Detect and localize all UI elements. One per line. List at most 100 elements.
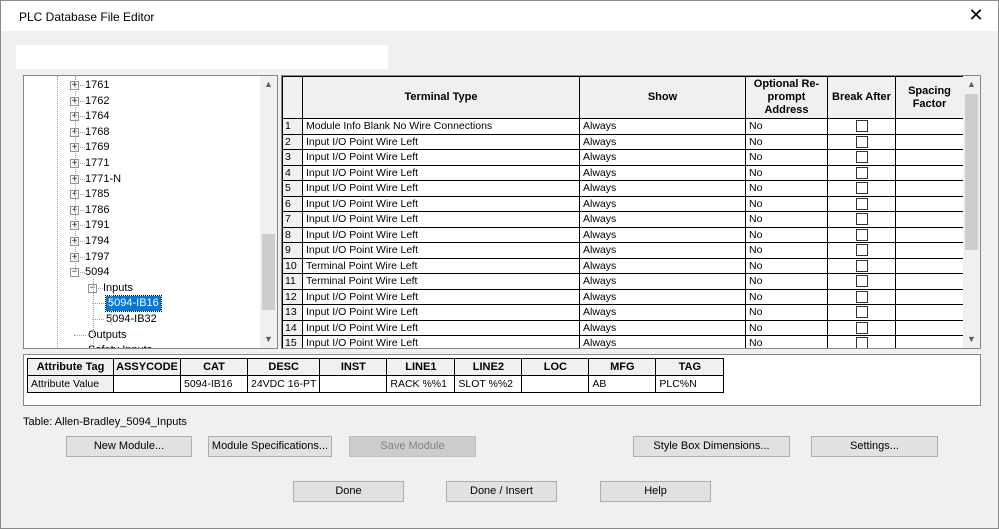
grid-header-reprompt[interactable]: Optional Re-prompt Address — [745, 76, 828, 119]
spacing-factor-cell[interactable] — [895, 195, 964, 212]
spacing-factor-cell[interactable] — [895, 164, 964, 181]
reprompt-cell[interactable]: No — [745, 304, 828, 321]
done-insert-button[interactable]: Done / Insert — [446, 481, 557, 502]
table-row[interactable]: 12 Input I/O Point Wire Left Always No — [282, 288, 964, 305]
tree-item-label[interactable]: 1764 — [85, 109, 109, 124]
close-icon[interactable]: ✕ — [954, 1, 998, 31]
show-cell[interactable]: Always — [579, 335, 746, 348]
break-after-checkbox[interactable] — [855, 120, 868, 133]
grid-row-number[interactable]: 12 — [282, 288, 303, 305]
spacing-factor-cell[interactable] — [895, 257, 964, 274]
show-cell[interactable]: Always — [579, 288, 746, 305]
reprompt-cell[interactable]: No — [745, 319, 828, 336]
spacing-factor-cell[interactable] — [895, 335, 964, 348]
module-specifications-button[interactable]: Module Specifications... — [208, 436, 332, 457]
break-after-checkbox[interactable] — [855, 275, 868, 288]
help-button[interactable]: Help — [600, 481, 711, 502]
tree-item-label[interactable]: 1771 — [85, 156, 109, 171]
grid-row-number[interactable]: 5 — [282, 180, 303, 197]
tree-item[interactable]: +1762 — [24, 94, 260, 109]
table-row[interactable]: 7 Input I/O Point Wire Left Always No — [282, 211, 964, 228]
tree-item[interactable]: +1768 — [24, 125, 260, 140]
scroll-up-icon[interactable]: ▲ — [963, 76, 980, 93]
grid-row-number[interactable]: 11 — [282, 273, 303, 290]
save-module-button[interactable]: Save Module — [349, 436, 476, 457]
tree-item-label[interactable]: 1768 — [85, 125, 109, 140]
table-row[interactable]: 3 Input I/O Point Wire Left Always No — [282, 149, 964, 166]
reprompt-cell[interactable]: No — [745, 164, 828, 181]
tree-item-label[interactable]: 1785 — [85, 187, 109, 202]
show-cell[interactable]: Always — [579, 226, 746, 243]
tree-item-label[interactable]: 5094-IB32 — [106, 312, 157, 327]
terminal-type-cell[interactable]: Input I/O Point Wire Left — [302, 319, 580, 336]
table-row[interactable]: 10 Terminal Point Wire Left Always No — [282, 257, 964, 274]
grid-header-break-after[interactable]: Break After — [827, 76, 896, 119]
table-row[interactable]: 2 Input I/O Point Wire Left Always No — [282, 133, 964, 150]
break-after-checkbox[interactable] — [855, 135, 868, 148]
grid-row-number[interactable]: 6 — [282, 195, 303, 212]
tree-item[interactable]: +1785 — [24, 187, 260, 202]
terminal-grid[interactable]: Terminal Type Show Optional Re-prompt Ad… — [281, 75, 981, 349]
table-row[interactable]: 9 Input I/O Point Wire Left Always No — [282, 242, 964, 259]
tree-item[interactable]: +1786 — [24, 203, 260, 218]
grid-row-number[interactable]: 15 — [282, 335, 303, 348]
terminal-type-cell[interactable]: Module Info Blank No Wire Connections — [302, 118, 580, 135]
reprompt-cell[interactable]: No — [745, 288, 828, 305]
attribute-value-cell[interactable]: SLOT %%2 — [454, 375, 523, 393]
spacing-factor-cell[interactable] — [895, 288, 964, 305]
reprompt-cell[interactable]: No — [745, 195, 828, 212]
show-cell[interactable]: Always — [579, 164, 746, 181]
grid-row-number[interactable]: 4 — [282, 164, 303, 181]
tree-item[interactable]: +1769 — [24, 140, 260, 155]
reprompt-cell[interactable]: No — [745, 335, 828, 348]
break-after-checkbox[interactable] — [855, 306, 868, 319]
grid-row-number[interactable]: 13 — [282, 304, 303, 321]
break-after-checkbox[interactable] — [855, 228, 868, 241]
show-cell[interactable]: Always — [579, 149, 746, 166]
attribute-value-cell[interactable]: AB — [588, 375, 657, 393]
settings-button[interactable]: Settings... — [811, 436, 938, 457]
terminal-type-cell[interactable]: Input I/O Point Wire Left — [302, 195, 580, 212]
scroll-down-icon[interactable]: ▼ — [963, 331, 980, 348]
break-after-checkbox[interactable] — [855, 321, 868, 334]
new-module-button[interactable]: New Module... — [66, 436, 192, 457]
spacing-factor-cell[interactable] — [895, 304, 964, 321]
terminal-type-cell[interactable]: Input I/O Point Wire Left — [302, 335, 580, 348]
scroll-up-icon[interactable]: ▲ — [260, 76, 277, 93]
grid-row-number[interactable]: 1 — [282, 118, 303, 135]
tree-item-label[interactable]: 1769 — [85, 140, 109, 155]
tree-item[interactable]: Outputs — [24, 328, 260, 343]
tree-item[interactable]: +1771-N — [24, 172, 260, 187]
reprompt-cell[interactable]: No — [745, 273, 828, 290]
reprompt-cell[interactable]: No — [745, 257, 828, 274]
grid-row-number[interactable]: 3 — [282, 149, 303, 166]
tree-item[interactable]: +1761 — [24, 78, 260, 93]
show-cell[interactable]: Always — [579, 133, 746, 150]
module-tree[interactable]: +1761 +1762 +1764 +1768 +1769 +1771 +1771-N +17… — [23, 75, 278, 349]
show-cell[interactable]: Always — [579, 195, 746, 212]
terminal-type-cell[interactable]: Input I/O Point Wire Left — [302, 180, 580, 197]
attribute-value-cell[interactable] — [521, 375, 590, 393]
spacing-factor-cell[interactable] — [895, 133, 964, 150]
break-after-checkbox[interactable] — [855, 151, 868, 164]
show-cell[interactable]: Always — [579, 257, 746, 274]
tree-item[interactable]: +1797 — [24, 250, 260, 265]
tree-item[interactable]: − Inputs — [24, 281, 260, 296]
show-cell[interactable]: Always — [579, 273, 746, 290]
show-cell[interactable]: Always — [579, 180, 746, 197]
table-row[interactable]: 11 Terminal Point Wire Left Always No — [282, 273, 964, 290]
reprompt-cell[interactable]: No — [745, 149, 828, 166]
grid-row-number[interactable]: 2 — [282, 133, 303, 150]
table-row[interactable]: 6 Input I/O Point Wire Left Always No — [282, 195, 964, 212]
attribute-value-cell[interactable]: 24VDC 16-PT — [246, 375, 321, 393]
attribute-value-cell[interactable]: 5094-IB16 — [180, 375, 248, 393]
spacing-factor-cell[interactable] — [895, 273, 964, 290]
grid-header-spacing-factor[interactable]: Spacing Factor — [895, 76, 964, 119]
top-text-field[interactable] — [15, 44, 389, 70]
done-button[interactable]: Done — [293, 481, 404, 502]
reprompt-cell[interactable]: No — [745, 211, 828, 228]
tree-item[interactable]: 5094-IB16 — [24, 295, 260, 313]
tree-item[interactable]: +1794 — [24, 234, 260, 249]
grid-row-number[interactable]: 9 — [282, 242, 303, 259]
tree-item-label[interactable]: 1771-N — [85, 172, 121, 187]
